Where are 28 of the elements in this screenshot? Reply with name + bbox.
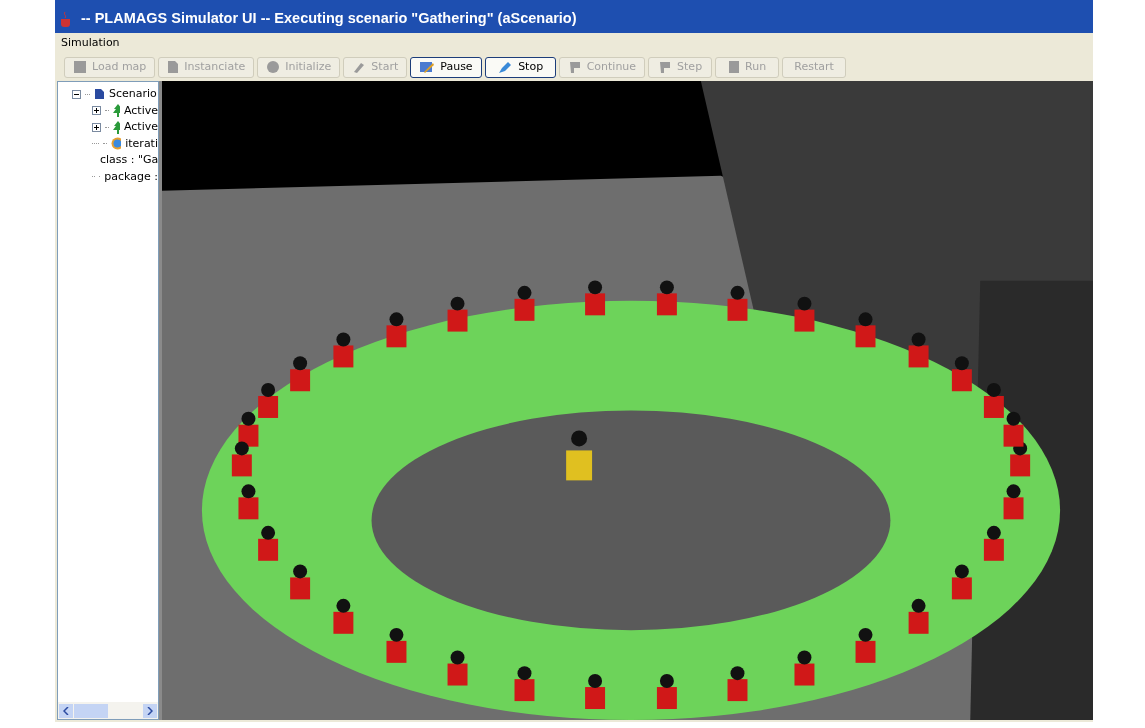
tree-icon bbox=[112, 120, 120, 134]
coffee-cup-icon bbox=[59, 10, 73, 27]
tree-item[interactable]: class : "Ga bbox=[100, 152, 158, 169]
flag-icon bbox=[658, 60, 673, 74]
tree-item[interactable]: package : bbox=[104, 168, 158, 185]
toolbar-button[interactable]: Pause bbox=[410, 56, 482, 78]
menu-item[interactable]: Simulation bbox=[59, 34, 122, 52]
circle-icon bbox=[266, 60, 281, 74]
tree-item[interactable]: Scenario bbox=[109, 86, 157, 103]
flag-icon bbox=[567, 60, 582, 74]
window-title: -- PLAMAGS Simulator UI -- Executing scenario "Gathering" (aScenario) bbox=[81, 8, 577, 28]
document-icon bbox=[167, 60, 180, 74]
tree-icon bbox=[112, 104, 120, 118]
horizontal-scrollbar[interactable] bbox=[58, 702, 158, 719]
plus-icon bbox=[93, 107, 100, 115]
tree-item[interactable]: Active bbox=[123, 119, 158, 136]
scroll-left-icon[interactable] bbox=[59, 703, 73, 718]
toolbar-button[interactable]: Stop bbox=[484, 56, 556, 78]
expand-toggle[interactable] bbox=[92, 106, 101, 116]
expand-toggle[interactable] bbox=[92, 122, 101, 132]
scroll-right-icon[interactable] bbox=[143, 703, 157, 718]
pencil-icon bbox=[419, 60, 436, 74]
tree-item[interactable]: iterati bbox=[125, 135, 158, 152]
document-icon bbox=[94, 88, 105, 101]
scroll-thumb[interactable] bbox=[74, 703, 108, 718]
plus-icon bbox=[93, 123, 100, 131]
collapse-toggle[interactable] bbox=[72, 89, 81, 99]
tree-item[interactable]: Active bbox=[123, 102, 158, 119]
